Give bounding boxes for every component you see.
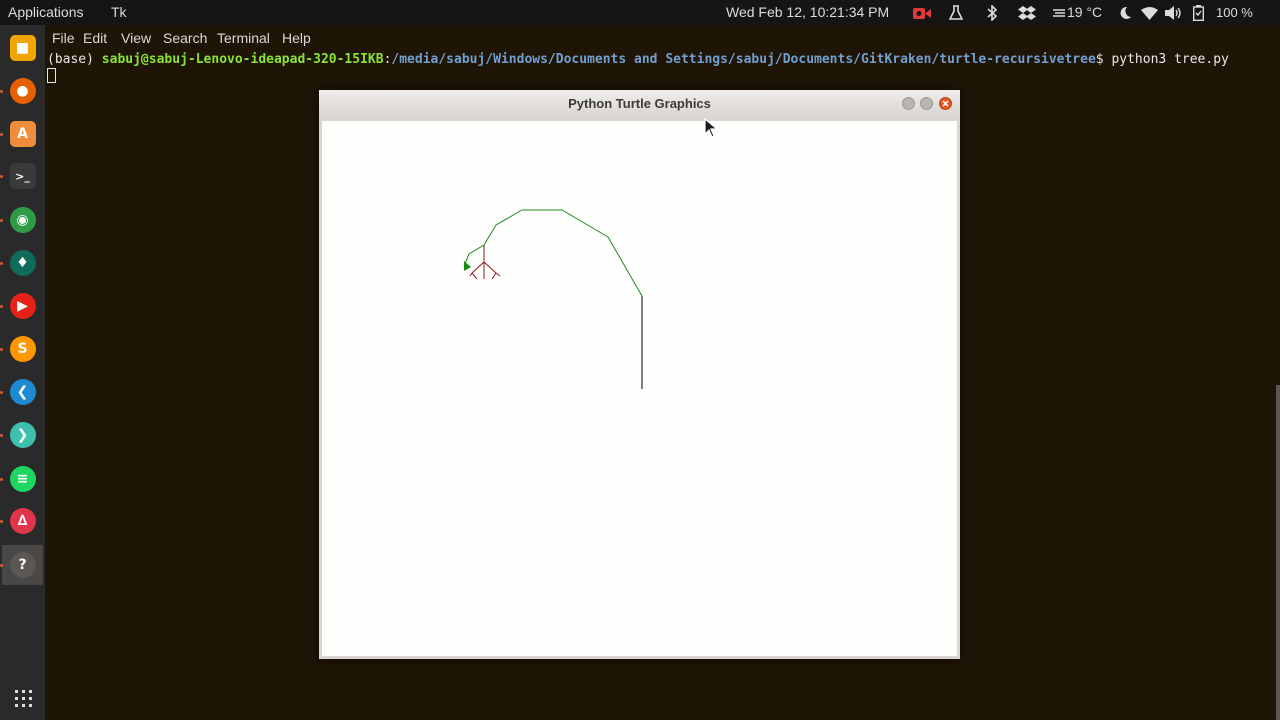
close-button[interactable] <box>939 97 952 110</box>
battery-percent[interactable]: 100 % <box>1216 5 1253 20</box>
launcher-sublime[interactable]: S <box>2 329 43 369</box>
launcher-bootable[interactable]: ∆ <box>2 501 43 541</box>
launcher-vscode[interactable]: ❮ <box>2 372 43 412</box>
weather-icon <box>1052 5 1066 21</box>
bluetooth-icon[interactable] <box>983 5 1001 21</box>
flask-tray-icon[interactable] <box>947 5 965 21</box>
spotify-icon: ≡ <box>9 466 36 492</box>
launcher-terminal[interactable]: >_ <box>2 156 43 196</box>
running-indicator <box>0 133 3 136</box>
python-icon: ? <box>9 552 36 578</box>
turtle-canvas[interactable] <box>322 121 957 656</box>
launcher-files[interactable]: ■ <box>2 28 43 68</box>
mouse-pointer <box>704 117 719 143</box>
menu-search[interactable]: Search <box>163 30 207 46</box>
folder-icon: ■ <box>9 35 36 61</box>
prompt-dollar: $ <box>1095 52 1112 67</box>
launcher-python-tk[interactable]: ? <box>2 545 43 585</box>
store-icon: A <box>9 121 36 147</box>
tree-branches <box>469 245 501 280</box>
tree-curve <box>463 209 643 297</box>
vscode-icon: ❮ <box>9 379 36 405</box>
night-mode-icon[interactable] <box>1117 5 1133 21</box>
gitkraken-icon: ♦ <box>9 250 36 276</box>
menu-help[interactable]: Help <box>282 30 311 46</box>
menu-edit[interactable]: Edit <box>83 30 107 46</box>
prompt-env: (base) <box>47 52 102 67</box>
grid-icon <box>14 690 32 707</box>
sublime-icon: S <box>9 336 36 362</box>
menu-terminal[interactable]: Terminal <box>217 30 270 46</box>
command-text: python3 tree.py <box>1111 52 1229 67</box>
running-indicator <box>0 348 3 351</box>
window-titlebar[interactable]: Python Turtle Graphics <box>319 90 960 118</box>
top-panel: Applications Tk Wed Feb 12, 10:21:34 PM … <box>0 0 1280 25</box>
show-apps-button[interactable] <box>2 678 43 718</box>
app-menu-tk[interactable]: Tk <box>111 4 127 20</box>
running-indicator <box>0 262 3 265</box>
terminal-output[interactable]: (base) sabuj@sabuj-Lenovo-ideapad-320-15… <box>47 51 1262 85</box>
launcher-chrome[interactable]: ◉ <box>2 200 43 240</box>
terminal-scrollbar[interactable] <box>1276 385 1280 720</box>
volume-icon[interactable] <box>1164 5 1182 21</box>
running-indicator <box>0 175 3 178</box>
running-indicator <box>0 90 3 93</box>
launcher-youtube[interactable]: ▶ <box>2 286 43 326</box>
launcher-software[interactable]: A <box>2 114 43 154</box>
youtube-icon: ▶ <box>9 293 36 319</box>
launcher-spotify[interactable]: ≡ <box>2 459 43 499</box>
launcher-remote[interactable]: ❯ <box>2 415 43 455</box>
running-indicator <box>0 305 3 308</box>
screen-record-icon[interactable] <box>912 5 932 21</box>
prompt-path: /media/sabuj/Windows/Documents and Setti… <box>391 52 1096 67</box>
turtle-graphics-window[interactable]: Python Turtle Graphics <box>319 90 960 659</box>
temperature-indicator[interactable]: 19 °C <box>1067 4 1102 20</box>
wifi-icon[interactable] <box>1140 5 1158 21</box>
launcher: ■ ● A >_ ◉ ♦ ▶ S ❮ ❯ ≡ ∆? <box>0 25 45 720</box>
running-indicator <box>0 434 3 437</box>
text-cursor <box>47 68 56 83</box>
close-icon <box>942 100 949 107</box>
battery-icon[interactable] <box>1190 5 1206 21</box>
maximize-button[interactable] <box>920 97 933 110</box>
window-title: Python Turtle Graphics <box>568 96 711 111</box>
running-indicator <box>0 520 3 523</box>
running-indicator <box>0 219 3 222</box>
menu-view[interactable]: View <box>121 30 151 46</box>
prompt-user: sabuj@sabuj-Lenovo-ideapad-320-15IKB <box>101 52 384 67</box>
dropbox-icon[interactable] <box>1017 5 1037 21</box>
running-indicator <box>0 564 3 567</box>
turtle-cursor <box>464 261 471 271</box>
firefox-icon: ● <box>9 78 36 104</box>
menu-file[interactable]: File <box>52 30 75 46</box>
terminal-icon: >_ <box>9 163 36 189</box>
clock[interactable]: Wed Feb 12, 10:21:34 PM <box>726 4 889 20</box>
running-indicator <box>0 478 3 481</box>
running-indicator <box>0 391 3 394</box>
terminal-menubar: File Edit View Search Terminal Help <box>45 25 1280 51</box>
minimize-button[interactable] <box>902 97 915 110</box>
launcher-gitkraken[interactable]: ♦ <box>2 243 43 283</box>
chrome-icon: ◉ <box>9 207 36 233</box>
applications-menu[interactable]: Applications <box>8 4 84 20</box>
launcher-firefox[interactable]: ● <box>2 71 43 111</box>
remote-icon: ❯ <box>9 422 36 448</box>
flask-icon: ∆ <box>9 508 36 534</box>
